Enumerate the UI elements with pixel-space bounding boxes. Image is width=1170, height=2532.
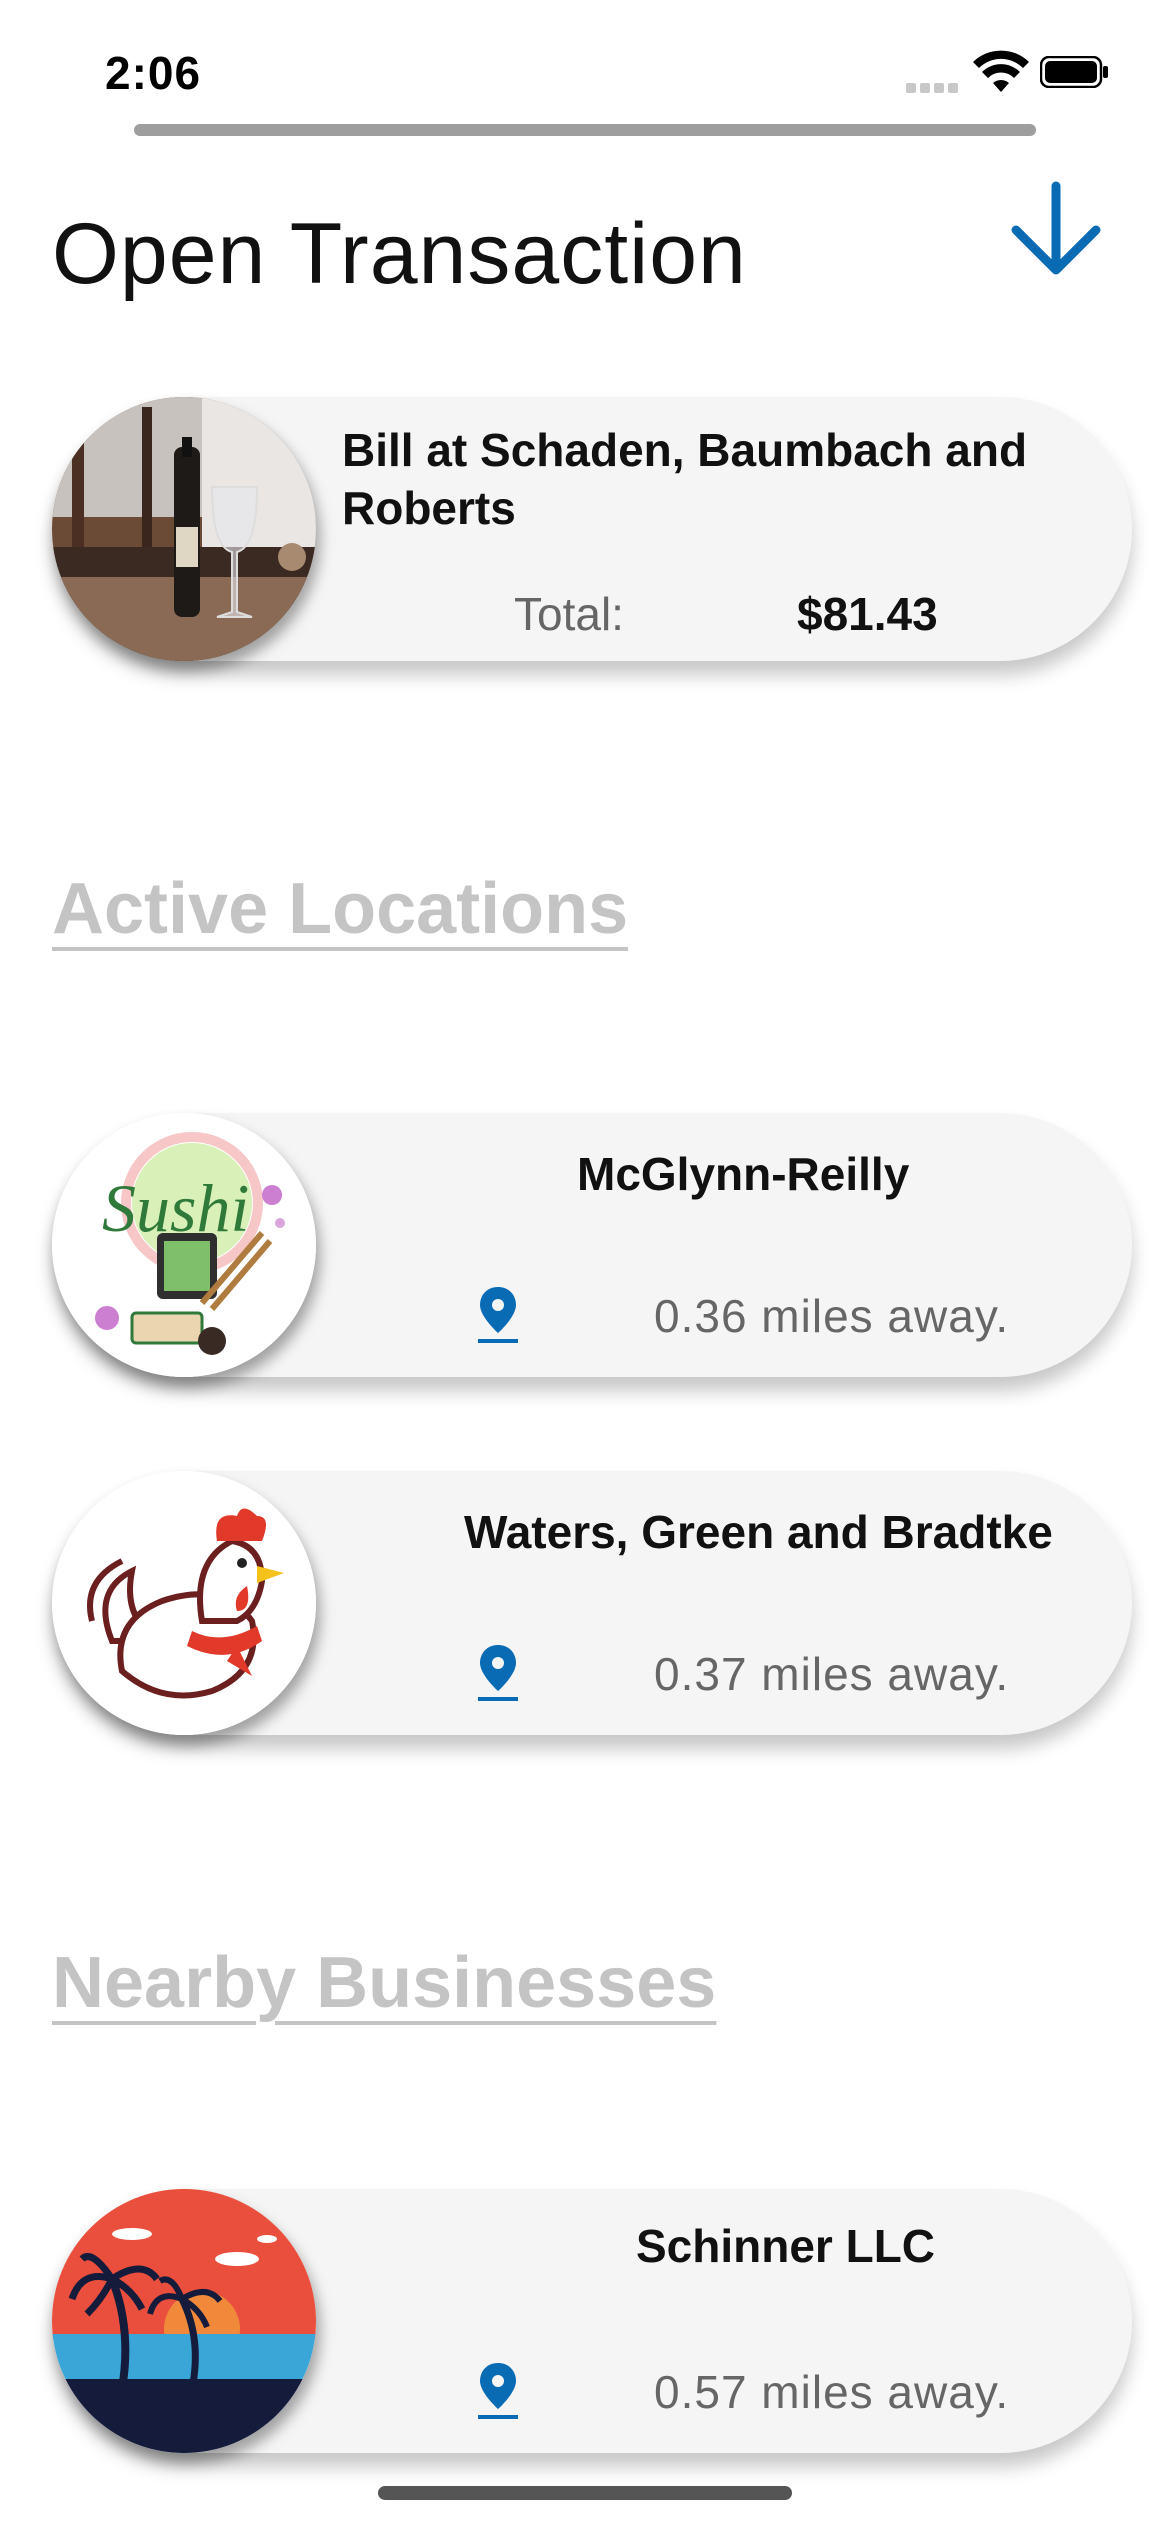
bottom-sheet: 2:06 Open Transaction Bill at Schaden, B… <box>0 0 1170 2532</box>
status-time: 2:06 <box>105 47 202 99</box>
status-bar: 2:06 <box>0 0 1170 140</box>
sheet-grabber[interactable] <box>134 124 1036 136</box>
restaurant-photo <box>52 397 316 661</box>
rooster-icon <box>52 1471 316 1735</box>
arrow-down-icon[interactable] <box>1008 180 1104 280</box>
business-distance: 0.57 miles away. <box>654 2366 1010 2418</box>
location-name: Waters, Green and Bradtke <box>464 1506 1053 1558</box>
location-distance: 0.36 miles away. <box>654 1290 1010 1342</box>
business-name: Schinner LLC <box>636 2220 936 2272</box>
location-card[interactable]: Waters, Green and Bradtke 0.37 miles awa… <box>52 1471 1132 1735</box>
business-card[interactable]: Schinner LLC 0.57 miles away. <box>52 2189 1132 2453</box>
open-transaction-card[interactable]: Bill at Schaden, Baumbach and Roberts To… <box>52 397 1132 661</box>
sunset-palm-icon <box>52 2189 316 2453</box>
cellular-signal-icon <box>906 80 962 98</box>
home-indicator[interactable] <box>378 2486 792 2500</box>
location-name: McGlynn-Reilly <box>577 1148 910 1200</box>
total-label: Total: <box>514 588 624 640</box>
location-distance: 0.37 miles away. <box>654 1648 1010 1700</box>
location-pin-icon <box>478 1645 518 1701</box>
sushi-logo: Sushi <box>52 1113 316 1377</box>
wifi-icon <box>973 50 1029 92</box>
location-card[interactable]: Sushi McGlynn-Reilly 0.36 miles away. <box>52 1113 1132 1377</box>
total-value: $81.43 <box>797 588 938 640</box>
location-pin-icon <box>478 1287 518 1343</box>
page-title: Open Transaction <box>52 206 747 302</box>
location-pin-icon <box>478 2363 518 2419</box>
transaction-title: Bill at Schaden, Baumbach and Roberts <box>342 424 1028 534</box>
nearby-businesses-heading[interactable]: Nearby Businesses <box>52 1942 716 2024</box>
active-locations-heading[interactable]: Active Locations <box>52 868 628 950</box>
battery-icon <box>1040 56 1108 88</box>
